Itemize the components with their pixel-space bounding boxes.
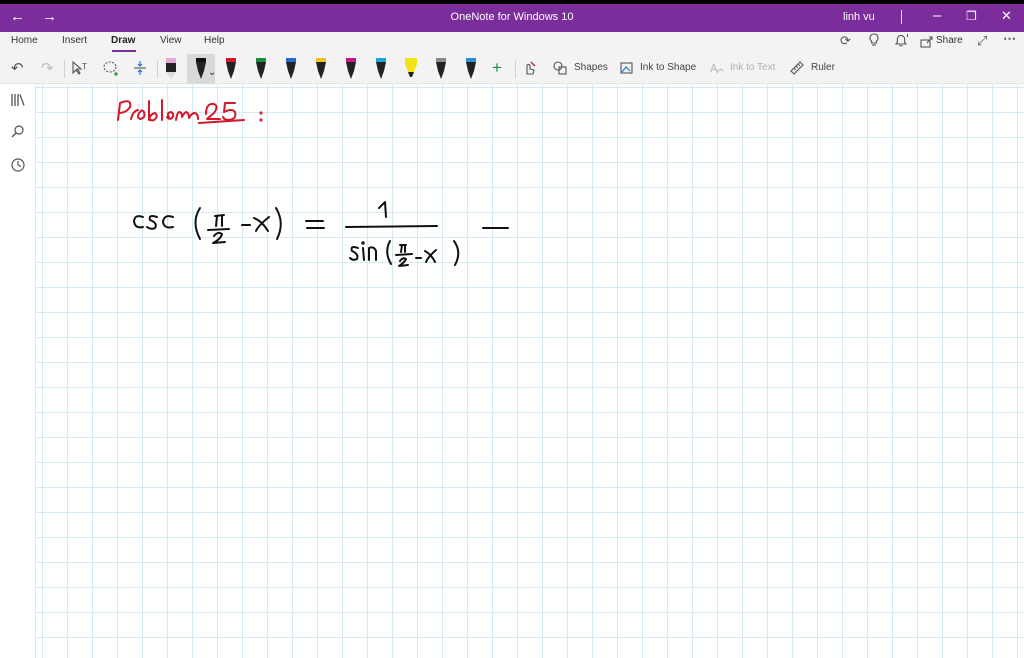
pen-icon [226, 58, 236, 79]
pen-1[interactable] [163, 57, 179, 86]
ink-heading-problem-25 [117, 99, 263, 124]
recent-notes-icon[interactable] [10, 157, 26, 177]
svg-text:A: A [710, 62, 718, 75]
pen-icon [196, 58, 206, 79]
onenote-window: ← → OneNote for Windows 10 linh vu – ❐ ✕… [0, 0, 1024, 658]
title-separator [901, 10, 902, 24]
search-icon[interactable] [10, 124, 26, 144]
sync-icon[interactable]: ⟳ [840, 33, 851, 49]
draw-toolbar: ↶ ↷ T ⌄ + Shapes Ink to Shape A Ink to T… [0, 54, 1024, 84]
pen-6[interactable] [313, 57, 329, 86]
add-space-icon[interactable] [132, 60, 148, 80]
pen-3[interactable] [223, 57, 239, 86]
tab-home[interactable]: Home [11, 35, 38, 46]
lasso-icon[interactable] [102, 60, 120, 80]
svg-text:T: T [81, 62, 87, 71]
minimize-icon[interactable]: – [933, 7, 941, 24]
share-button[interactable]: Share [936, 35, 963, 46]
ruler-icon[interactable] [789, 60, 805, 80]
pen-11[interactable] [463, 57, 479, 86]
ink-equation [133, 201, 509, 267]
toolbar-divider [157, 60, 158, 78]
fullscreen-icon[interactable]: ⤢ [977, 33, 987, 49]
pen-4[interactable] [253, 57, 269, 86]
notifications-bell-icon[interactable] [894, 33, 910, 50]
lasso-select-icon[interactable]: T [71, 60, 89, 80]
pen-icon [286, 58, 296, 79]
user-name[interactable]: linh vu [843, 11, 875, 23]
ink-layer [117, 99, 509, 267]
pen-icon [405, 58, 417, 77]
share-icon[interactable] [920, 35, 934, 51]
note-canvas[interactable] [36, 84, 1024, 658]
more-options-icon[interactable]: ⋯ [1003, 31, 1016, 47]
pen-7[interactable] [343, 57, 359, 86]
undo-icon[interactable]: ↶ [11, 59, 24, 77]
shapes-button[interactable]: Shapes [574, 62, 608, 73]
pen-9[interactable] [403, 57, 419, 86]
toolbar-divider [515, 60, 516, 78]
redo-icon[interactable]: ↷ [41, 59, 54, 77]
ribbon-tabs: Home Insert Draw View Help ⟳ Share ⤢ ⋯ [0, 31, 1024, 54]
ink-to-shape-icon[interactable] [619, 60, 635, 80]
pen-icon [376, 58, 386, 79]
pen-icon [256, 58, 266, 79]
restore-icon[interactable]: ❐ [966, 9, 977, 23]
ruler-button[interactable]: Ruler [811, 62, 835, 73]
pen-icon [436, 58, 446, 79]
pen-8[interactable] [373, 57, 389, 86]
ink-to-shape-button[interactable]: Ink to Shape [640, 62, 696, 73]
tab-help[interactable]: Help [204, 35, 225, 46]
tab-view[interactable]: View [160, 35, 182, 46]
close-icon[interactable]: ✕ [1001, 8, 1012, 24]
title-bar: ← → OneNote for Windows 10 linh vu – ❐ ✕ [0, 0, 1024, 32]
pen-2-selected[interactable]: ⌄ [193, 57, 216, 86]
left-nav [0, 84, 36, 658]
lightbulb-icon[interactable] [868, 33, 880, 50]
pen-options-chevron-icon[interactable]: ⌄ [208, 67, 216, 78]
pen-10[interactable] [433, 57, 449, 86]
tab-draw[interactable]: Draw [111, 35, 135, 46]
touch-draw-icon[interactable] [522, 60, 538, 80]
tab-insert[interactable]: Insert [62, 35, 87, 46]
active-tab-indicator [112, 50, 136, 52]
add-pen-icon[interactable]: + [492, 58, 502, 78]
notebooks-icon[interactable] [10, 92, 26, 112]
pen-5[interactable] [283, 57, 299, 86]
pen-icon [346, 58, 356, 79]
toolbar-divider [64, 60, 65, 78]
pen-icon [316, 58, 326, 79]
ink-to-text-icon[interactable]: A [709, 60, 725, 80]
ink-to-text-button[interactable]: Ink to Text [730, 62, 775, 73]
pen-icon [466, 58, 476, 79]
shapes-icon[interactable] [552, 60, 568, 80]
pen-icon [166, 58, 176, 79]
